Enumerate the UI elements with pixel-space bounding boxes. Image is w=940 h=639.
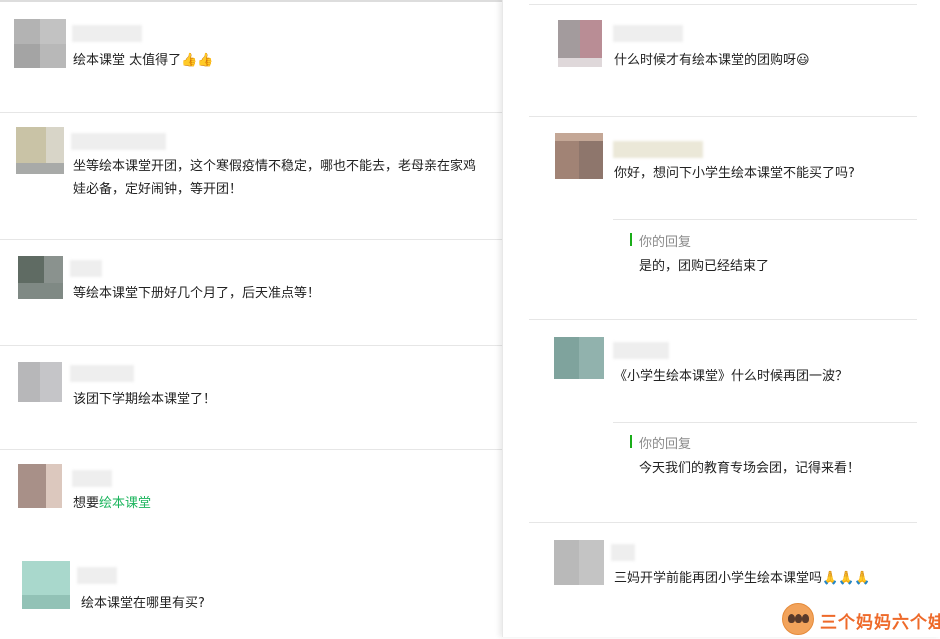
watermark: 三个妈妈六个娃 xyxy=(782,603,940,635)
watermark-text: 三个妈妈六个娃 xyxy=(820,613,940,633)
reply-text: 今天我们的教育专场会团，记得来看！ xyxy=(639,461,861,476)
comment-text: 想要绘本课堂 xyxy=(73,496,152,511)
comment-item: 坐等绘本课堂开团，这个寒假疫情不稳定，哪也不能去，老母亲在家鸡娃必备，定好闹钟，… xyxy=(0,113,502,239)
username-blurred xyxy=(71,133,166,150)
praying-hands-emoji: 🙏🙏🙏 xyxy=(822,571,871,586)
comment-text: 该团下学期绘本课堂了！ xyxy=(73,392,217,407)
reply-text: 是的，团购已经结束了 xyxy=(639,259,770,274)
reply-label: 你的回复 xyxy=(639,437,692,452)
avatar[interactable] xyxy=(18,362,62,402)
comment-text: 《小学生绘本课堂》什么时候再团一波？ xyxy=(614,369,849,384)
comment-text: 绘本课堂 太值得了👍👍 xyxy=(73,49,483,72)
avatar[interactable] xyxy=(555,133,603,179)
avatar[interactable] xyxy=(18,256,63,299)
avatar[interactable] xyxy=(22,561,70,609)
reply-label: 你的回复 xyxy=(639,235,692,250)
comment-item: 该团下学期绘本课堂了！ xyxy=(0,346,502,449)
watermark-logo xyxy=(782,603,814,635)
comment-item: 等绘本课堂下册好几个月了，后天准点等！ xyxy=(0,240,502,345)
comment-item: 你好，想问下小学生绘本课堂不能买了吗? 你的回复 是的，团购已经结束了 xyxy=(503,117,940,319)
username-blurred xyxy=(70,260,102,277)
comment-item: 《小学生绘本课堂》什么时候再团一波？ 你的回复 今天我们的教育专场会团，记得来看… xyxy=(503,320,940,522)
username-blurred xyxy=(613,342,669,359)
avatar[interactable] xyxy=(18,464,62,508)
author-reply: 你的回复 今天我们的教育专场会团，记得来看！ xyxy=(630,433,910,483)
author-reply: 你的回复 是的，团购已经结束了 xyxy=(630,231,910,281)
username-blurred xyxy=(70,365,134,382)
username-blurred xyxy=(77,567,117,584)
comment-text: 什么时候才有绘本课堂的团购呀😃 xyxy=(614,49,924,72)
smiley-emoji: 😃 xyxy=(796,53,810,68)
comment-text: 等绘本课堂下册好几个月了，后天准点等！ xyxy=(73,286,321,301)
comment-item: 绘本课堂在哪里有买? xyxy=(0,545,502,639)
username-blurred xyxy=(613,25,683,42)
comment-item: 绘本课堂 太值得了👍👍 xyxy=(0,2,502,112)
avatar[interactable] xyxy=(16,127,64,174)
avatar[interactable] xyxy=(554,540,604,585)
reply-indicator-bar xyxy=(630,233,632,246)
reply-indicator-bar xyxy=(630,435,632,448)
username-blurred xyxy=(72,470,112,487)
right-comment-panel: 什么时候才有绘本课堂的团购呀😃 你好，想问下小学生绘本课堂不能买了吗? 你的回复… xyxy=(502,0,940,637)
highlighted-link[interactable]: 绘本课堂 xyxy=(99,496,151,511)
username-blurred xyxy=(613,141,703,158)
comment-item: 想要绘本课堂 xyxy=(0,450,502,545)
left-comment-panel: 绘本课堂 太值得了👍👍 坐等绘本课堂开团，这个寒假疫情不稳定，哪也不能去，老母亲… xyxy=(0,0,502,637)
thumbs-up-emoji: 👍👍 xyxy=(181,53,214,68)
comment-text: 坐等绘本课堂开团，这个寒假疫情不稳定，哪也不能去，老母亲在家鸡娃必备，定好闹钟，… xyxy=(73,159,477,197)
username-blurred xyxy=(72,25,142,42)
reply-divider xyxy=(613,219,917,220)
avatar[interactable] xyxy=(558,20,602,67)
avatar[interactable] xyxy=(14,19,66,68)
comment-text: 三妈开学前能再团小学生绘本课堂吗🙏🙏🙏 xyxy=(614,567,939,590)
avatar[interactable] xyxy=(554,337,604,379)
reply-divider xyxy=(613,422,917,423)
comment-text: 你好，想问下小学生绘本课堂不能买了吗? xyxy=(614,166,855,181)
username-blurred xyxy=(611,544,635,561)
comment-text: 绘本课堂在哪里有买? xyxy=(81,596,205,611)
comment-item: 什么时候才有绘本课堂的团购呀😃 xyxy=(503,5,940,117)
